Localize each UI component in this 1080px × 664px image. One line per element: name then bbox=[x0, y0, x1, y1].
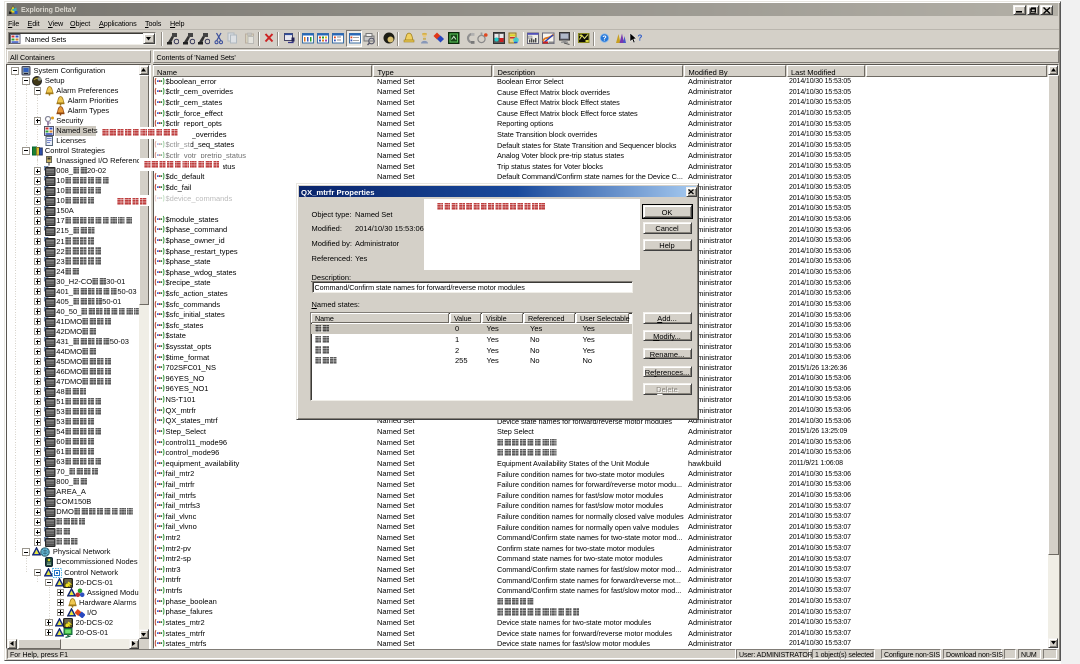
svg-text:?: ? bbox=[602, 35, 606, 42]
svg-text:?: ? bbox=[638, 33, 643, 42]
